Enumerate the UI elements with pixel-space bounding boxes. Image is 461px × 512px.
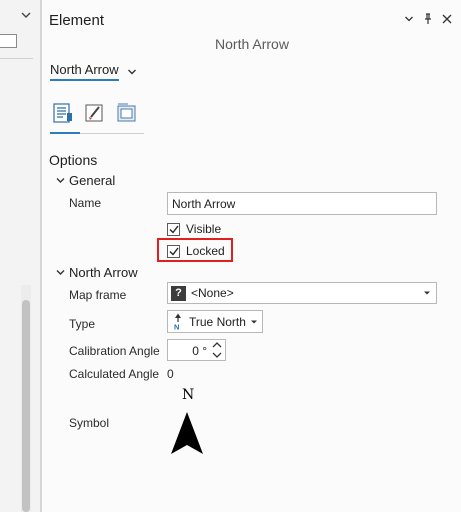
spin-up-icon[interactable] bbox=[211, 341, 223, 349]
tab-properties[interactable] bbox=[50, 100, 76, 126]
symbol-label: Symbol bbox=[69, 416, 110, 430]
locked-checkbox-row[interactable]: Locked bbox=[167, 244, 225, 258]
display-icon bbox=[117, 103, 136, 122]
pin-icon[interactable] bbox=[422, 12, 434, 26]
general-heading: General bbox=[69, 173, 116, 188]
tab-symbol[interactable] bbox=[82, 100, 108, 126]
divider bbox=[0, 58, 33, 59]
map-frame-value: <None> bbox=[191, 286, 234, 300]
type-label: Type bbox=[69, 317, 96, 331]
calculated-angle-label: Calculated Angle bbox=[69, 367, 160, 381]
question-mark-icon: ? bbox=[171, 285, 186, 301]
partial-field bbox=[0, 34, 17, 48]
tab-display[interactable] bbox=[114, 100, 140, 126]
checkmark-icon bbox=[169, 247, 179, 256]
paintbrush-icon bbox=[85, 104, 103, 122]
map-frame-dropdown[interactable]: ? <None> bbox=[167, 282, 437, 304]
adjacent-pane bbox=[0, 0, 41, 512]
visible-label: Visible bbox=[186, 222, 222, 236]
options-heading: Options bbox=[49, 152, 98, 168]
visible-checkbox-row[interactable]: Visible bbox=[167, 222, 221, 236]
pane-controls bbox=[403, 12, 453, 26]
element-selector[interactable]: North Arrow bbox=[50, 62, 137, 81]
checkmark-icon bbox=[169, 225, 179, 234]
properties-icon bbox=[53, 103, 72, 123]
chevron-down-icon[interactable] bbox=[127, 68, 137, 76]
general-group-toggle[interactable]: General bbox=[55, 173, 115, 188]
type-dropdown[interactable]: N True North bbox=[167, 310, 263, 333]
element-name: North Arrow bbox=[215, 36, 289, 52]
tab-strip bbox=[50, 100, 140, 126]
map-frame-label: Map frame bbox=[69, 288, 127, 302]
caret-down-icon bbox=[55, 176, 65, 186]
name-field[interactable] bbox=[167, 192, 437, 215]
scrollbar-thumb[interactable] bbox=[22, 300, 30, 512]
dropdown-arrow-icon bbox=[424, 291, 430, 295]
name-label: Name bbox=[69, 196, 102, 210]
calibration-angle-spinner[interactable]: 0 ° bbox=[167, 339, 226, 361]
calibration-angle-value: 0 ° bbox=[192, 344, 207, 358]
locked-label: Locked bbox=[186, 244, 225, 258]
spin-down-icon[interactable] bbox=[211, 351, 223, 359]
chevron-down-icon[interactable] bbox=[19, 8, 33, 22]
element-pane: Element North Arrow North Arrow Options … bbox=[41, 0, 461, 512]
pane-title: Element bbox=[49, 12, 105, 29]
true-north-icon: N bbox=[174, 313, 181, 331]
close-icon[interactable] bbox=[441, 12, 453, 26]
calibration-angle-label: Calibration Angle bbox=[69, 344, 160, 358]
pane-options-chevron-icon[interactable] bbox=[403, 12, 415, 26]
dropdown-arrow-icon bbox=[251, 320, 257, 324]
calculated-angle-value: 0 bbox=[167, 367, 174, 381]
svg-text:N: N bbox=[174, 323, 179, 331]
type-value: True North bbox=[189, 314, 246, 329]
north-arrow-heading: North Arrow bbox=[69, 265, 138, 280]
caret-down-icon bbox=[55, 268, 65, 278]
symbol-north-letter: N bbox=[182, 387, 195, 403]
visible-checkbox[interactable] bbox=[167, 222, 180, 236]
element-selector-label[interactable]: North Arrow bbox=[50, 62, 119, 81]
north-arrow-group-toggle[interactable]: North Arrow bbox=[55, 265, 138, 280]
north-arrow-symbol-icon[interactable] bbox=[170, 411, 204, 455]
active-tab-indicator bbox=[50, 132, 80, 134]
locked-checkbox[interactable] bbox=[167, 244, 180, 258]
